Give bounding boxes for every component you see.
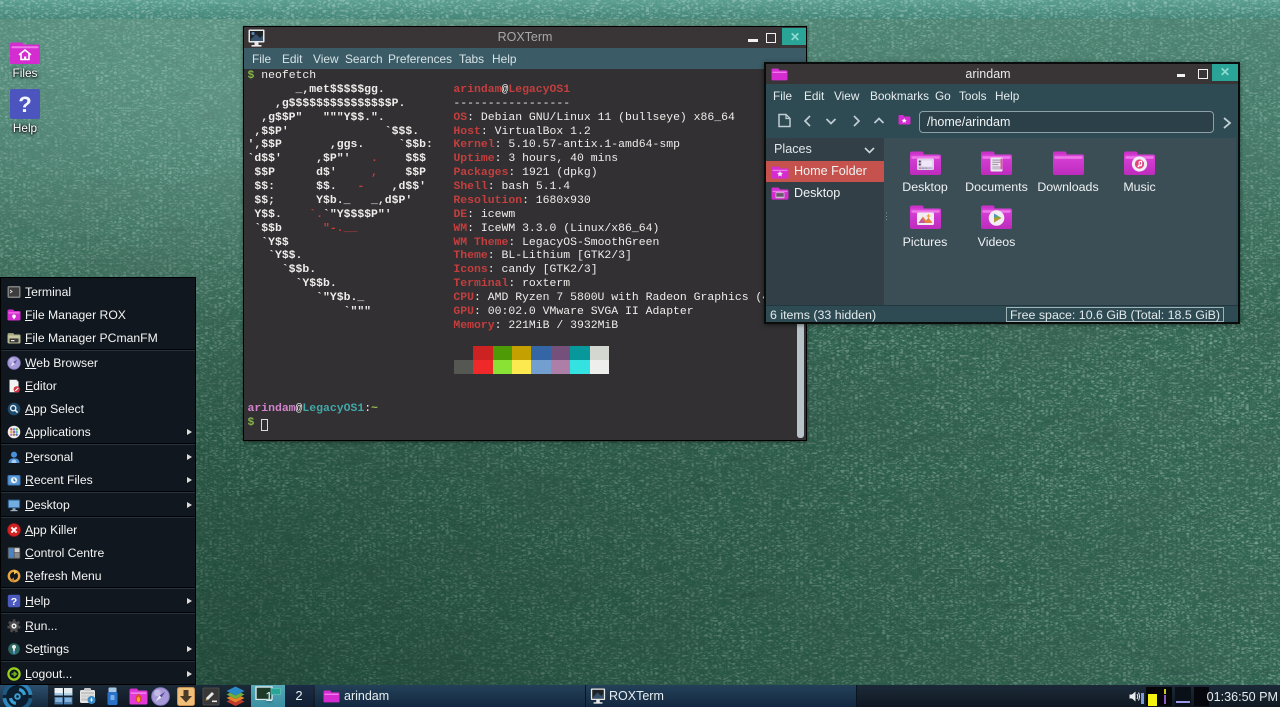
svg-text:?: ? [11, 596, 17, 608]
svg-text:?: ? [18, 92, 31, 117]
